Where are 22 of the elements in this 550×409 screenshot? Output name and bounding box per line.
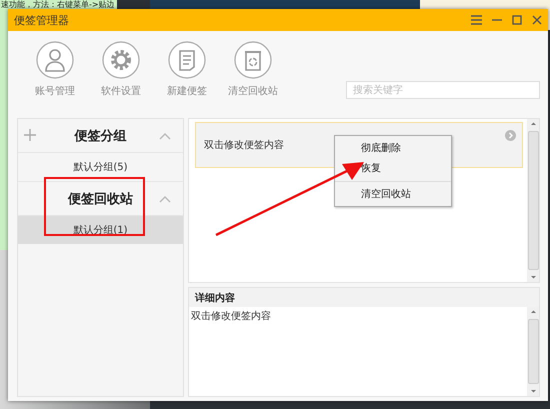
window-title: 便签管理器 <box>14 12 70 28</box>
bin-icon <box>234 41 272 79</box>
background-note-text: 速功能，方法：右键菜单->贴边 <box>1 0 117 9</box>
scrollbar[interactable] <box>527 307 539 396</box>
details-title: 详细内容 <box>189 288 539 307</box>
gear-icon <box>102 41 140 79</box>
menu-item[interactable]: 清空回收站 <box>335 181 451 204</box>
menu-item[interactable]: 彻底删除 <box>335 138 451 158</box>
close-icon[interactable] <box>532 15 542 25</box>
menu-item[interactable]: 恢复 <box>335 158 451 178</box>
person-icon <box>36 41 74 79</box>
section-header[interactable]: 便签分组 <box>18 119 183 153</box>
section-title: 便签分组 <box>74 128 126 144</box>
menu-icon[interactable] <box>471 15 482 25</box>
search-field[interactable]: 搜索关键字 <box>346 81 540 99</box>
scrollbar[interactable] <box>527 119 539 282</box>
maximize-icon[interactable] <box>512 15 522 25</box>
section-title: 便签回收站 <box>68 190 133 208</box>
sidebar-item[interactable]: 默认分组(5) <box>18 153 183 181</box>
note-icon <box>168 41 206 79</box>
details-text[interactable]: 双击修改便签内容 <box>189 307 527 396</box>
sidebar-item[interactable]: 默认分组(1) <box>18 216 183 244</box>
